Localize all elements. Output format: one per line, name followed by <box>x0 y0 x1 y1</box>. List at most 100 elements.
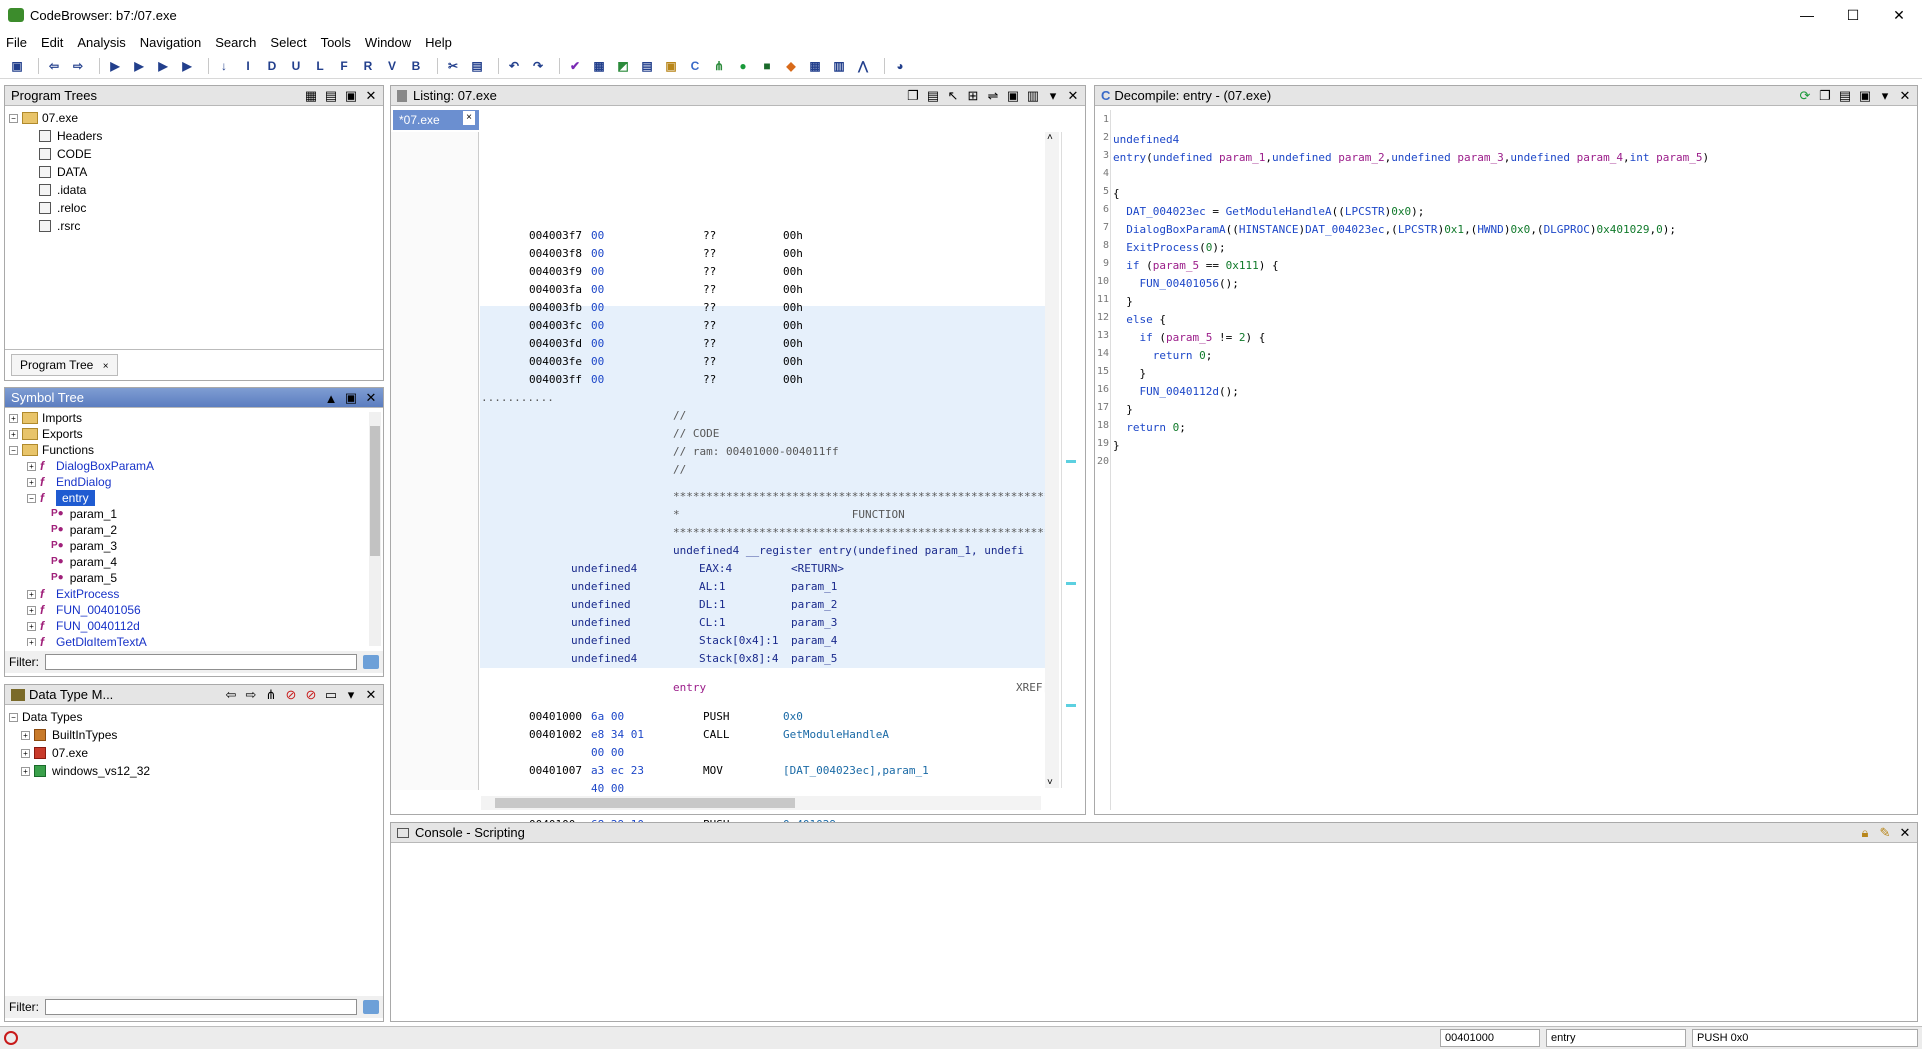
run-icon[interactable]: ● <box>734 58 752 74</box>
paste-icon[interactable]: ▤ <box>468 58 486 74</box>
decompile-icon[interactable]: C <box>686 58 704 74</box>
menu-help[interactable]: Help <box>425 35 452 50</box>
data-types-root[interactable]: − Data Types <box>9 708 379 726</box>
expand-icon[interactable]: + <box>21 730 30 740</box>
decompile-line[interactable]: else { <box>1113 312 1166 327</box>
param-item[interactable]: P● param_3 <box>9 538 379 554</box>
tree-root[interactable]: − 07.exe <box>9 109 379 127</box>
expand-icon[interactable]: + <box>21 766 30 776</box>
back-icon[interactable]: ⇦ <box>45 58 63 74</box>
scrollbar-thumb[interactable] <box>370 426 380 556</box>
decompile-line[interactable]: entry(undefined param_1,undefined param_… <box>1113 150 1709 165</box>
decompile-line[interactable]: FUN_00401056(); <box>1113 276 1239 291</box>
paste-icon[interactable]: ▤ <box>925 88 941 104</box>
close-icon[interactable]: ✕ <box>1065 88 1081 104</box>
scroll-down-icon[interactable]: ˅ <box>1047 777 1053 788</box>
graph-icon[interactable]: ◩ <box>614 58 632 74</box>
menu-edit[interactable]: Edit <box>41 35 63 50</box>
decompile-line[interactable]: } <box>1113 294 1133 309</box>
layout-icon[interactable]: ▥ <box>1025 88 1041 104</box>
next-b-icon[interactable]: B <box>407 58 425 74</box>
cursor-icon[interactable]: ↖ <box>945 88 961 104</box>
snapshot-icon[interactable]: ▣ <box>343 390 359 406</box>
function-item[interactable]: + f GetDlgItemTextA <box>9 634 379 646</box>
register-icon[interactable]: ▣ <box>662 58 680 74</box>
copy-icon[interactable]: ❐ <box>905 88 921 104</box>
decompile-line[interactable]: { <box>1113 186 1120 201</box>
symbol-filter-input[interactable] <box>45 654 357 670</box>
minimize-button[interactable]: — <box>1784 0 1830 30</box>
tree-exports[interactable]: + Exports <box>9 426 379 442</box>
collapse-all-icon[interactable]: ▭ <box>323 687 339 703</box>
open-tree-icon[interactable]: ▤ <box>323 88 339 104</box>
expand-icon[interactable]: + <box>27 637 36 646</box>
help-icon[interactable]: ◕ <box>891 58 909 74</box>
tree-item[interactable]: Headers <box>9 127 379 145</box>
snapshot-icon[interactable]: ▣ <box>1857 88 1873 104</box>
menu-icon[interactable]: ▾ <box>1045 88 1061 104</box>
copy-icon[interactable]: ❐ <box>1817 88 1833 104</box>
check-icon[interactable]: ✔ <box>566 58 584 74</box>
scroll-up-icon[interactable]: ˄ <box>1047 132 1053 143</box>
expand-icon[interactable]: + <box>9 413 18 423</box>
collapse-icon[interactable]: − <box>9 113 18 123</box>
scrollbar-thumb[interactable] <box>495 798 795 808</box>
menu-window[interactable]: Window <box>365 35 411 50</box>
decompile-line[interactable]: if (param_5 != 2) { <box>1113 330 1266 345</box>
filter-pointers-icon[interactable]: ⊘ <box>303 687 319 703</box>
tree-item[interactable]: DATA <box>9 163 379 181</box>
param-item[interactable]: P● param_4 <box>9 554 379 570</box>
tree-item[interactable]: .reloc <box>9 199 379 217</box>
function-item[interactable]: + f DialogBoxParamA <box>9 458 379 474</box>
function-item-entry[interactable]: − f entry <box>9 490 379 506</box>
archive-item[interactable]: + windows_vs12_32 <box>9 762 379 780</box>
param-item[interactable]: P● param_1 <box>9 506 379 522</box>
decompile-line[interactable]: return 0; <box>1113 348 1213 363</box>
menu-icon[interactable]: ▾ <box>343 687 359 703</box>
nav-undefined-icon[interactable]: ▶ <box>154 58 172 74</box>
snapshot-icon[interactable]: ▣ <box>343 88 359 104</box>
close-tab-icon[interactable]: × <box>463 111 475 125</box>
menu-analysis[interactable]: Analysis <box>77 35 125 50</box>
next-l-icon[interactable]: L <box>311 58 329 74</box>
new-tree-icon[interactable]: ▦ <box>303 88 319 104</box>
save-icon[interactable]: ▣ <box>8 58 26 74</box>
table-icon[interactable]: ▦ <box>806 58 824 74</box>
filter-arrays-icon[interactable]: ⊘ <box>283 687 299 703</box>
function-graph-icon[interactable]: ⋔ <box>710 58 728 74</box>
next-v-icon[interactable]: V <box>383 58 401 74</box>
decompile-line[interactable]: if (param_5 == 0x111) { <box>1113 258 1278 273</box>
nav-data-icon[interactable]: ▶ <box>130 58 148 74</box>
edit-fields-icon[interactable]: ⊞ <box>965 88 981 104</box>
close-icon[interactable]: ✕ <box>363 687 379 703</box>
close-icon[interactable]: ✕ <box>363 390 379 406</box>
diff-icon[interactable]: ⇌ <box>985 88 1001 104</box>
menu-icon[interactable]: ▾ <box>1877 88 1893 104</box>
expand-icon[interactable]: + <box>27 605 36 615</box>
clear-icon[interactable]: ✎ <box>1877 825 1893 841</box>
snapshot-icon[interactable]: ▣ <box>1005 88 1021 104</box>
nav-label-icon[interactable]: ▶ <box>178 58 196 74</box>
terminal-icon[interactable]: ■ <box>758 58 776 74</box>
next-r-icon[interactable]: R <box>359 58 377 74</box>
decompile-line[interactable]: return 0; <box>1113 420 1186 435</box>
symbol-tree-scrollbar[interactable] <box>369 412 381 646</box>
expand-icon[interactable]: + <box>27 477 36 487</box>
collapse-icon[interactable]: − <box>9 712 18 722</box>
next-d-icon[interactable]: D <box>263 58 281 74</box>
menu-select[interactable]: Select <box>270 35 306 50</box>
next-i-icon[interactable]: I <box>239 58 257 74</box>
bytes-icon[interactable]: ▦ <box>590 58 608 74</box>
close-icon[interactable]: ✕ <box>363 88 379 104</box>
filter-options-icon[interactable] <box>363 655 379 669</box>
dtm-filter-input[interactable] <box>45 999 357 1015</box>
param-item[interactable]: P● param_2 <box>9 522 379 538</box>
collapse-icon[interactable]: − <box>27 493 36 503</box>
layout-icon[interactable]: ▥ <box>830 58 848 74</box>
program-tree-tab[interactable]: Program Tree × <box>11 354 118 376</box>
create-namespace-icon[interactable]: ▲ <box>323 390 339 406</box>
function-item[interactable]: + f EndDialog <box>9 474 379 490</box>
function-item[interactable]: + f ExitProcess <box>9 586 379 602</box>
tree-item[interactable]: .rsrc <box>9 217 379 235</box>
menu-search[interactable]: Search <box>215 35 256 50</box>
